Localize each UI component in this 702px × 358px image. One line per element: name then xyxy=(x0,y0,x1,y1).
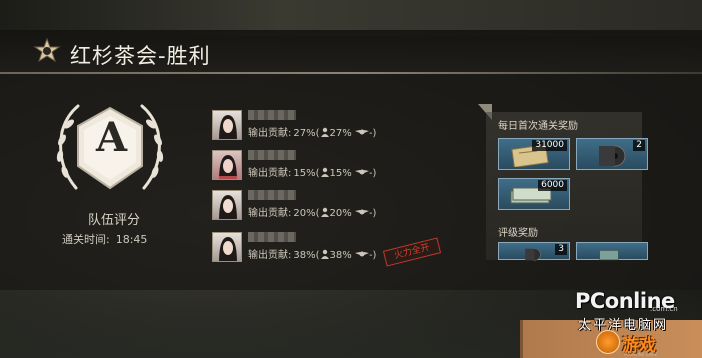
player-row: 输出贡献: 38%(38% -) xyxy=(212,230,482,266)
wing-skull-icon xyxy=(354,169,369,175)
player-avatar xyxy=(212,110,242,140)
person-icon xyxy=(320,167,329,177)
reward-item[interactable]: 2 xyxy=(576,138,648,170)
contribution-label: 输出贡献: xyxy=(248,168,292,179)
contribution-label: 输出贡献: xyxy=(248,208,292,219)
stage-result-title: 红杉茶会-胜利 xyxy=(70,44,211,68)
first-clear-rewards-title: 每日首次通关奖励 xyxy=(498,121,578,132)
tape-roll-icon xyxy=(599,145,626,167)
clear-time-value: 18:45 xyxy=(115,233,148,246)
player-contribution: 输出贡献: 27%(27% -) xyxy=(248,127,377,139)
kill-share-value: 15% xyxy=(329,168,352,179)
clear-time-label: 通关时间: xyxy=(62,233,110,246)
person-icon xyxy=(320,127,329,137)
kill-share-value: 38% xyxy=(329,250,352,261)
laurel-star-icon xyxy=(33,37,61,63)
watermark-badge-icon xyxy=(596,330,620,354)
reward-item[interactable]: 3 xyxy=(498,242,570,261)
wing-skull-icon xyxy=(354,209,369,215)
crate-icon xyxy=(599,250,619,261)
player-row: 输出贡献: 20%(20% -) xyxy=(212,188,482,224)
wing-skull-icon xyxy=(354,129,369,135)
contribution-value: 20% xyxy=(293,208,316,219)
player-row: 输出贡献: 27%(27% -) xyxy=(212,108,482,144)
team-rating-label: 队伍评分 xyxy=(87,213,140,228)
contribution-value: 38% xyxy=(293,250,316,261)
tape-roll-icon xyxy=(525,248,541,261)
player-name-redacted xyxy=(248,110,296,120)
wing-skull-icon xyxy=(354,251,369,257)
player-avatar xyxy=(212,232,242,262)
player-name-redacted xyxy=(248,190,296,200)
reward-quantity: 6000 xyxy=(538,180,567,191)
player-contribution: 输出贡献: 38%(38% -) xyxy=(248,249,377,261)
person-icon xyxy=(320,207,329,217)
player-row: 输出贡献: 15%(15% -) xyxy=(212,148,482,184)
player-avatar xyxy=(212,190,242,220)
reward-quantity: 3 xyxy=(555,244,567,255)
reward-quantity: 31000 xyxy=(532,140,567,151)
player-avatar xyxy=(212,150,242,180)
contribution-label: 输出贡献: xyxy=(248,250,292,261)
player-contribution: 输出贡献: 15%(15% -) xyxy=(248,167,377,179)
reward-item[interactable] xyxy=(576,242,648,261)
kill-share-value: 27% xyxy=(329,128,352,139)
reward-item[interactable]: 31000 xyxy=(498,138,570,170)
player-name-redacted xyxy=(248,150,296,160)
player-name-redacted xyxy=(248,232,296,242)
rating-rewards-title: 评级奖励 xyxy=(498,228,538,239)
person-icon xyxy=(320,249,329,259)
contribution-value: 15% xyxy=(293,168,316,179)
reward-item[interactable]: 6000 xyxy=(498,178,570,210)
contribution-label: 输出贡献: xyxy=(248,128,292,139)
reward-quantity: 2 xyxy=(633,140,645,151)
clear-time: 通关时间: 18:45 xyxy=(62,231,147,247)
watermark-domain: .com.cn xyxy=(650,305,678,313)
watermark-sub: PCONLINE GAME xyxy=(624,352,658,357)
kill-share-value: 20% xyxy=(329,208,352,219)
contribution-value: 27% xyxy=(293,128,316,139)
grade-letter: A xyxy=(96,114,128,161)
player-contribution: 输出贡献: 20%(20% -) xyxy=(248,207,377,219)
